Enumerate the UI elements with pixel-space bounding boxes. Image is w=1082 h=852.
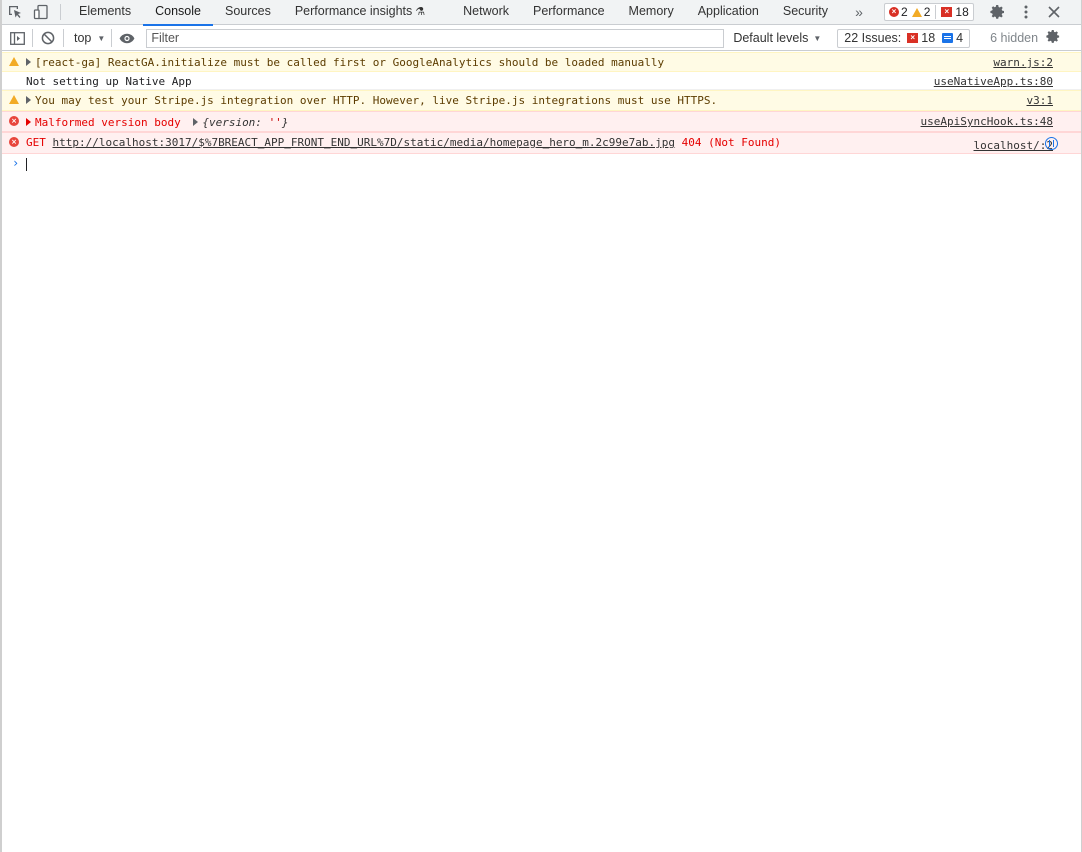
network-request-icon[interactable] <box>1045 137 1058 150</box>
source-link[interactable]: useApiSyncHook.ts:48 <box>921 114 1053 129</box>
prompt-chevron-icon: › <box>12 156 20 170</box>
tab-console[interactable]: Console <box>143 0 213 26</box>
inspect-element-icon[interactable] <box>2 0 28 25</box>
expand-triangle-icon[interactable] <box>26 58 31 66</box>
counter-divider <box>935 5 937 19</box>
object-preview-end: } <box>281 116 289 129</box>
source-link[interactable]: warn.js:2 <box>993 55 1053 70</box>
warning-icon <box>9 57 19 66</box>
levels-label: Default levels <box>733 31 809 45</box>
console-settings-gear-icon[interactable] <box>1046 29 1061 47</box>
tab-label: Sources <box>224 3 271 18</box>
tab-label: Performance <box>532 3 605 18</box>
message-text: You may test your Stripe.js integration … <box>35 94 718 107</box>
error-icon: × <box>9 137 19 147</box>
source-link[interactable]: useNativeApp.ts:80 <box>934 74 1053 89</box>
execution-context-select[interactable]: top ▼ <box>64 31 111 45</box>
warning-icon <box>911 7 922 17</box>
clear-console-icon[interactable] <box>33 26 63 51</box>
request-url-link[interactable]: http://localhost:3017/$%7BREACT_APP_FRON… <box>53 136 676 149</box>
tab-sources[interactable]: Sources <box>213 0 283 25</box>
warning-icon <box>9 95 19 104</box>
console-messages: [react-ga] ReactGA.initialize must be ca… <box>2 52 1081 154</box>
object-preview-value: '' <box>268 116 282 129</box>
tab-application[interactable]: Application <box>686 0 771 25</box>
http-status: 404 (Not Found) <box>681 136 781 149</box>
tab-memory[interactable]: Memory <box>617 0 686 25</box>
close-icon[interactable] <box>1040 0 1068 25</box>
tab-label: Elements <box>79 3 132 18</box>
expand-object-icon[interactable] <box>193 118 199 126</box>
console-message-network-error[interactable]: × GET http://localhost:3017/$%7BREACT_AP… <box>2 132 1081 154</box>
message-text: [react-ga] ReactGA.initialize must be ca… <box>35 56 665 69</box>
devtools-tab-bar: Elements Console Sources Performance ins… <box>2 0 1081 26</box>
issues-count: 18 <box>955 5 969 19</box>
expand-triangle-icon[interactable] <box>26 96 31 104</box>
expand-triangle-icon[interactable] <box>26 118 31 126</box>
issues-info-count: 4 <box>956 31 964 45</box>
message-text: Malformed version body <box>35 116 181 129</box>
console-message-warning[interactable]: [react-ga] ReactGA.initialize must be ca… <box>2 52 1081 72</box>
text-cursor <box>26 158 27 171</box>
error-count: 2 <box>901 5 908 19</box>
tab-label: Application <box>697 3 759 18</box>
tab-performance[interactable]: Performance <box>521 0 617 25</box>
issue-info-icon <box>942 33 954 43</box>
hidden-messages-count: 6 hidden <box>990 31 1039 45</box>
tab-performance-insights[interactable]: Performance insights ⚗ <box>283 0 437 25</box>
live-expression-eye-icon[interactable] <box>112 26 142 51</box>
log-levels-dropdown[interactable]: Default levels ▼ <box>733 31 821 45</box>
chevron-down-icon: ▼ <box>813 33 822 43</box>
context-label: top <box>74 31 92 45</box>
http-method: GET <box>26 136 46 149</box>
issues-counter: × 18 <box>941 5 969 19</box>
console-message-warning[interactable]: You may test your Stripe.js integration … <box>2 90 1081 111</box>
chevron-down-icon: ▼ <box>97 33 106 43</box>
settings-gear-icon[interactable] <box>984 0 1012 25</box>
source-link[interactable]: localhost/:2 <box>974 138 1053 153</box>
issue-error-icon: × <box>907 33 919 43</box>
warning-counter: 2 <box>911 5 931 19</box>
error-counter: × 2 <box>889 5 908 19</box>
error-warning-counters[interactable]: × 2 2 × 18 <box>884 3 974 21</box>
tab-security[interactable]: Security <box>771 0 840 25</box>
tab-label: Memory <box>628 3 674 18</box>
tab-label: Performance insights <box>294 3 413 18</box>
tab-network[interactable]: Network <box>451 0 521 25</box>
message-text: Not setting up Native App <box>26 75 192 88</box>
console-prompt[interactable]: › <box>2 155 1081 173</box>
issues-label: 22 Issues: <box>844 31 902 45</box>
filter-input[interactable] <box>146 28 725 48</box>
error-icon: × <box>889 7 900 17</box>
device-toolbar-icon[interactable] <box>28 0 54 25</box>
object-preview-key: {version: <box>202 116 269 129</box>
source-link[interactable]: v3:1 <box>1027 93 1054 108</box>
tab-label: Security <box>782 3 829 18</box>
console-toolbar: top ▼ Default levels ▼ 22 Issues: ×18 4 6 … <box>2 26 1081 51</box>
issues-error-count: 18 <box>921 31 936 45</box>
issues-button[interactable]: 22 Issues: × 18 4 <box>837 28 971 48</box>
tab-elements[interactable]: Elements <box>67 0 143 25</box>
console-message-log[interactable]: Not setting up Native App useNativeApp.t… <box>2 72 1081 90</box>
more-options-kebab-icon[interactable] <box>1012 0 1040 25</box>
toggle-sidebar-icon[interactable] <box>2 26 32 51</box>
console-message-error[interactable]: × Malformed version body {version: ''} u… <box>2 111 1081 132</box>
error-icon: × <box>9 116 19 126</box>
tab-bar-divider <box>60 4 61 20</box>
tab-label: Console <box>155 3 201 18</box>
experimental-flask-icon: ⚗ <box>415 5 426 18</box>
more-tabs-icon[interactable]: » <box>848 4 870 20</box>
warning-count: 2 <box>923 5 931 19</box>
tab-bar-actions <box>984 0 1068 25</box>
tab-label: Network <box>463 3 509 18</box>
issue-error-icon: × <box>941 7 953 17</box>
